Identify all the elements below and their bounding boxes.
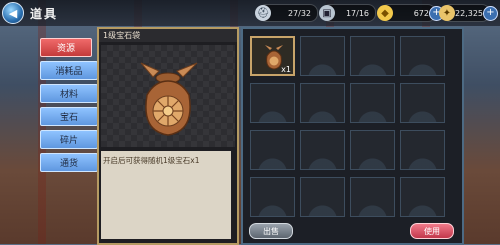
inventory-slot[interactable]: [250, 130, 295, 170]
resource-coins: ◆ 672 +: [377, 4, 444, 22]
inventory-slot[interactable]: [400, 36, 445, 76]
title-area: ◀ 道具: [0, 1, 100, 25]
resource-value: 27/32: [287, 8, 311, 18]
card-icon: ▣: [319, 5, 335, 21]
helmet-icon: ⛑: [255, 5, 271, 21]
inventory-slot[interactable]: [300, 130, 345, 170]
window-title: 道具: [30, 6, 59, 21]
inventory-slot[interactable]: [350, 130, 395, 170]
tab-fragments[interactable]: 碎片: [40, 130, 98, 149]
inventory-slot[interactable]: [250, 83, 295, 123]
inventory-slot[interactable]: [250, 177, 295, 217]
inventory-slot[interactable]: [350, 83, 395, 123]
gem-icon: ✦: [439, 5, 455, 21]
tab-resources[interactable]: 资源: [40, 38, 92, 57]
resource-value: 17/16: [345, 8, 369, 18]
item-description: 开启后可获得随机1级宝石x1: [101, 151, 231, 239]
back-arrow-icon[interactable]: ◀: [2, 2, 24, 24]
inventory-slot[interactable]: [300, 36, 345, 76]
add-gems-button[interactable]: +: [483, 6, 498, 21]
item-count: x1: [281, 65, 291, 74]
resource-value: 672: [413, 8, 429, 18]
item-name: 1级宝石袋: [99, 29, 237, 42]
resource-cards: ▣ 17/16: [319, 4, 376, 22]
inventory-slot[interactable]: [300, 83, 345, 123]
resource-value: 22,325: [455, 8, 483, 18]
inventory-slot[interactable]: [400, 177, 445, 217]
category-tabs: 资源 消耗品 材料 宝石 碎片 通货: [40, 38, 98, 176]
coin-icon: ◆: [377, 5, 393, 21]
gem-pouch-icon: [140, 62, 198, 136]
tab-materials[interactable]: 材料: [40, 84, 98, 103]
item-preview: [101, 45, 235, 147]
inventory-slot[interactable]: [400, 130, 445, 170]
inventory-slot[interactable]: [350, 36, 395, 76]
tab-gems[interactable]: 宝石: [40, 107, 98, 126]
inventory-slot[interactable]: [300, 177, 345, 217]
top-bar: ◀ 道具 ⛑ 27/32 ▣ 17/16 ◆ 672 + ✦ 22,325 +: [0, 0, 500, 26]
inventory-slot-selected[interactable]: x1: [250, 36, 295, 76]
sell-button[interactable]: 出售: [249, 223, 293, 239]
inventory-slot[interactable]: [400, 83, 445, 123]
tab-consumables[interactable]: 消耗品: [40, 61, 98, 80]
resource-gems: ✦ 22,325 +: [439, 4, 498, 22]
use-button[interactable]: 使用: [410, 223, 454, 239]
item-detail-panel: 1级宝石袋 开启后可获得随机1级宝石x1: [97, 27, 239, 245]
resource-stamina: ⛑ 27/32: [255, 4, 318, 22]
tab-currency[interactable]: 通货: [40, 153, 98, 172]
inventory-panel: x1 出售 使用: [241, 27, 464, 245]
inventory-grid: x1: [250, 36, 450, 217]
inventory-slot[interactable]: [350, 177, 395, 217]
